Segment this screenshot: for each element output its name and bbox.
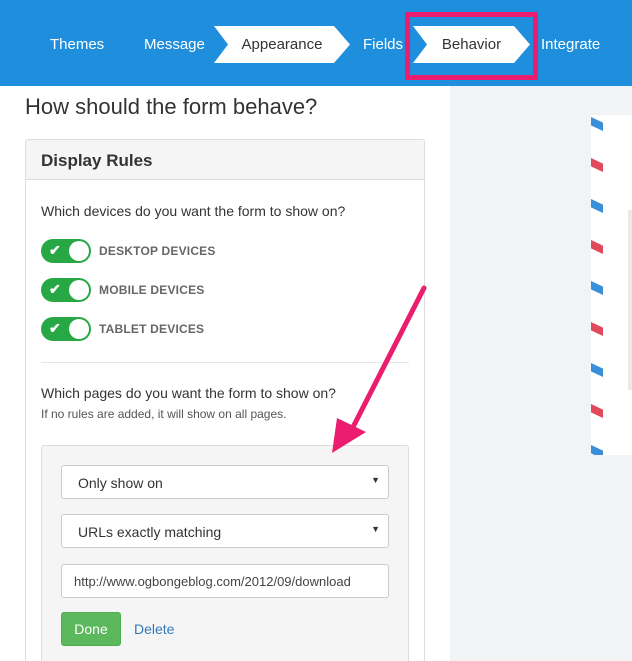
- url-input[interactable]: http://www.ogbongeblog.com/2012/09/downl…: [61, 564, 389, 598]
- toggle-knob: [69, 241, 89, 261]
- match-type-select[interactable]: URLs exactly matching ▼: [61, 514, 389, 548]
- tab-themes[interactable]: Themes: [50, 36, 104, 53]
- desktop-devices-label: DESKTOP DEVICES: [99, 244, 216, 258]
- pages-question: Which pages do you want the form to show…: [41, 385, 336, 401]
- caret-down-icon: ▼: [371, 524, 380, 534]
- mobile-devices-label: MOBILE DEVICES: [99, 283, 205, 297]
- pages-hint: If no rules are added, it will show on a…: [41, 407, 287, 421]
- tab-message[interactable]: Message: [144, 36, 205, 53]
- section-divider: [41, 362, 409, 363]
- envelope-stripe: [591, 158, 603, 172]
- page-title: How should the form behave?: [25, 94, 318, 119]
- panel-title: Display Rules: [41, 151, 153, 170]
- toggle-knob: [69, 319, 89, 339]
- match-type-value: URLs exactly matching: [78, 524, 222, 540]
- check-icon: ✔: [49, 242, 61, 258]
- mobile-devices-toggle[interactable]: ✔: [41, 278, 91, 302]
- envelope-stripe: [591, 363, 603, 377]
- devices-question: Which devices do you want the form to sh…: [41, 203, 346, 219]
- preview-edge: [628, 210, 632, 390]
- show-mode-select[interactable]: Only show on ▼: [61, 465, 389, 499]
- tablet-devices-label: TABLET DEVICES: [99, 322, 205, 336]
- envelope-stripe: [591, 199, 603, 213]
- tab-appearance[interactable]: Appearance: [214, 26, 350, 63]
- tab-fields[interactable]: Fields: [363, 36, 403, 53]
- caret-down-icon: ▼: [371, 475, 380, 485]
- envelope-stripe: [591, 240, 603, 254]
- toggle-knob: [69, 280, 89, 300]
- envelope-preview: [591, 115, 632, 455]
- envelope-stripe: [591, 281, 603, 295]
- envelope-stripe: [591, 445, 603, 455]
- tab-appearance-label: Appearance: [241, 36, 323, 53]
- tablet-devices-toggle[interactable]: ✔: [41, 317, 91, 341]
- panel-heading: Display Rules: [26, 140, 424, 180]
- envelope-stripe: [591, 117, 603, 131]
- done-button[interactable]: Done: [61, 612, 121, 646]
- behavior-highlight-annotation: [405, 12, 538, 80]
- delete-link[interactable]: Delete: [134, 621, 174, 637]
- show-mode-value: Only show on: [78, 475, 163, 491]
- envelope-stripe: [591, 404, 603, 418]
- check-icon: ✔: [49, 281, 61, 297]
- desktop-devices-toggle[interactable]: ✔: [41, 239, 91, 263]
- envelope-stripe: [591, 322, 603, 336]
- check-icon: ✔: [49, 320, 61, 336]
- url-input-value: http://www.ogbongeblog.com/2012/09/downl…: [74, 574, 351, 589]
- tab-integrate[interactable]: Integrate: [541, 36, 600, 53]
